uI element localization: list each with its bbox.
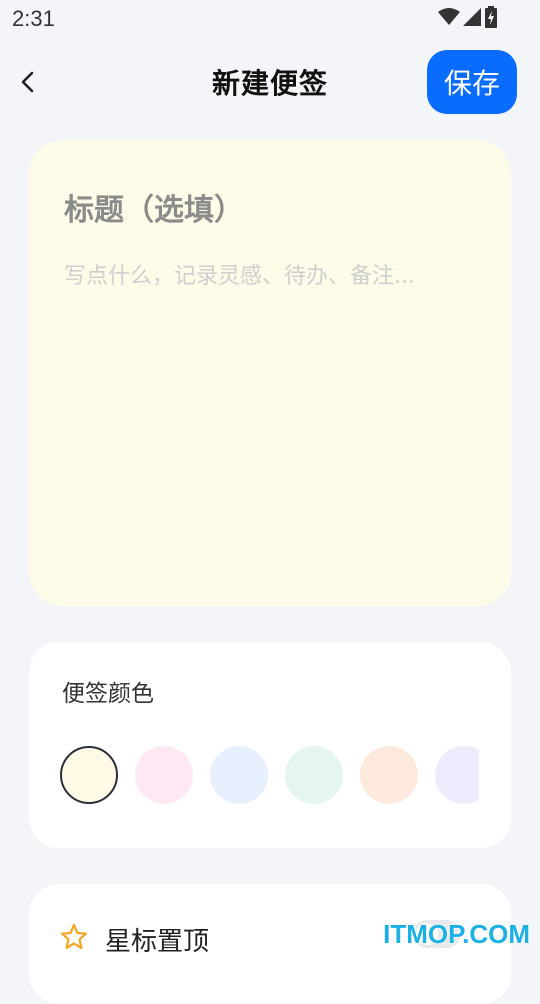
color-picker-label: 便签颜色 <box>62 681 154 707</box>
color-swatch[interactable] <box>210 746 268 804</box>
battery-charging-icon <box>485 6 497 28</box>
status-bar: 2:31 <box>0 0 540 40</box>
signal-icon <box>463 8 481 26</box>
save-button[interactable]: 保存 <box>427 50 517 114</box>
color-swatch[interactable] <box>285 746 343 804</box>
wifi-icon <box>438 8 460 25</box>
note-title-input[interactable] <box>64 188 464 232</box>
color-swatch[interactable] <box>60 746 118 804</box>
note-editor-card <box>29 140 511 606</box>
color-swatch[interactable] <box>435 746 479 804</box>
note-content-input[interactable] <box>64 260 484 560</box>
header: 新建便签 保存 <box>0 48 540 118</box>
color-swatch[interactable] <box>135 746 193 804</box>
status-time: 2:31 <box>12 6 55 31</box>
color-picker-card: 便签颜色 <box>29 642 511 848</box>
color-swatch[interactable] <box>360 746 418 804</box>
star-pin-label: 星标置顶 <box>105 927 210 957</box>
color-swatch-row[interactable] <box>60 745 479 805</box>
star-outline-icon <box>60 923 88 950</box>
status-icons <box>438 6 500 28</box>
watermark: ITMOP.COM <box>383 919 530 949</box>
